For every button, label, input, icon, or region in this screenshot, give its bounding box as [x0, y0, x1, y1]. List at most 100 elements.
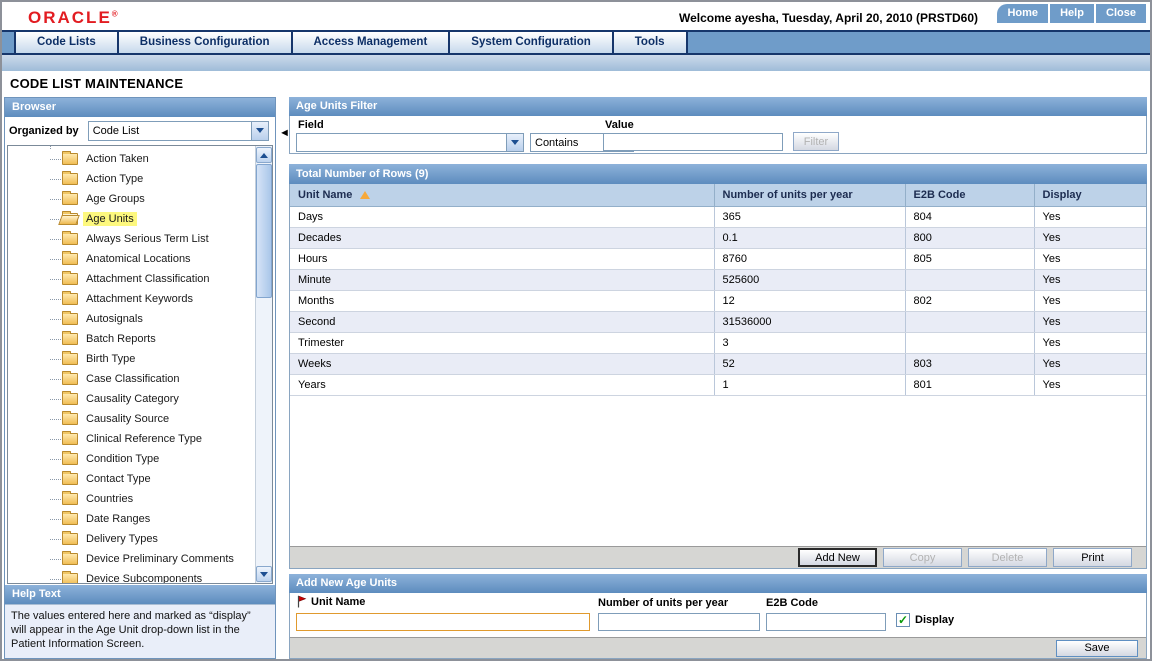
column-header[interactable]: E2B Code	[905, 184, 1035, 207]
tree-item[interactable]: Device Subcomponents	[8, 569, 272, 583]
tree-item[interactable]: Action Taken	[8, 149, 272, 169]
tree-item[interactable]: Anatomical Locations	[8, 249, 272, 269]
chevron-down-icon[interactable]	[506, 134, 523, 151]
folder-icon	[62, 571, 78, 583]
table-cell: 8760	[714, 248, 906, 270]
tree-item-label[interactable]: Autosignals	[83, 312, 146, 326]
tree-item[interactable]: Action Type	[8, 169, 272, 189]
tree-item[interactable]: Causality Category	[8, 389, 272, 409]
tree-item-label[interactable]: Case Classification	[83, 372, 183, 386]
delete-button[interactable]: Delete	[968, 548, 1047, 567]
table-row[interactable]: Years 1 801 Yes	[290, 374, 1146, 396]
tree-item-label[interactable]: Causality Category	[83, 392, 182, 406]
unit-name-label: Unit Name	[311, 595, 366, 608]
tree-item-label[interactable]: Birth Type	[83, 352, 138, 366]
tree-item[interactable]: Birth Type	[8, 349, 272, 369]
table-row[interactable]: Trimester 3 Yes	[290, 332, 1146, 354]
table-row[interactable]: Days 365 804 Yes	[290, 206, 1146, 228]
value-input[interactable]	[603, 133, 783, 151]
table-row[interactable]: Weeks 52 803 Yes	[290, 353, 1146, 375]
table-row[interactable]: Hours 8760 805 Yes	[290, 248, 1146, 270]
table-row[interactable]: Decades 0.1 800 Yes	[290, 227, 1146, 249]
tree-item[interactable]: Always Serious Term List	[8, 229, 272, 249]
tree-item[interactable]: Age Units	[8, 209, 272, 229]
top-button-help[interactable]: Help	[1050, 4, 1095, 23]
display-checkbox[interactable]: ✓	[896, 613, 910, 627]
unit-name-input[interactable]	[296, 613, 590, 631]
nav-tab-business-configuration[interactable]: Business Configuration	[116, 32, 291, 53]
organized-by-select[interactable]: Code List	[87, 120, 269, 141]
table-cell: Decades	[290, 227, 715, 249]
save-button[interactable]: Save	[1056, 639, 1138, 657]
tree-item-label[interactable]: Batch Reports	[83, 332, 159, 346]
chevron-down-icon[interactable]	[250, 121, 268, 140]
table-row[interactable]: Second 31536000 Yes	[290, 311, 1146, 333]
tree-item-label[interactable]: Clinical Reference Type	[83, 432, 205, 446]
filter-button[interactable]: Filter	[793, 132, 839, 151]
table-header-row: Unit Name Number of units per year E2B Cod…	[290, 184, 1146, 207]
scroll-down-icon[interactable]	[256, 566, 272, 582]
filter-body: Field Contains Value Filter	[289, 116, 1147, 154]
tree-item-label[interactable]: Attachment Keywords	[83, 292, 196, 306]
nav-tab-system-configuration[interactable]: System Configuration	[448, 32, 612, 53]
tree-item[interactable]: Condition Type	[8, 449, 272, 469]
tree-item-label[interactable]: Condition Type	[83, 452, 162, 466]
folder-icon	[62, 391, 78, 405]
tree-item-label[interactable]: Countries	[83, 492, 136, 506]
copy-button[interactable]: Copy	[883, 548, 962, 567]
tree-scrollbar[interactable]	[255, 146, 272, 583]
tree-connector	[50, 298, 61, 300]
scrollbar-thumb[interactable]	[256, 164, 272, 298]
tree-connector	[50, 238, 61, 240]
add-new-button[interactable]: Add New	[798, 548, 877, 567]
folder-icon	[62, 331, 78, 345]
field-select[interactable]	[296, 133, 524, 152]
tree-item-label[interactable]: Delivery Types	[83, 532, 161, 546]
tree-item-label[interactable]: Action Taken	[83, 152, 152, 166]
units-per-year-input[interactable]	[598, 613, 760, 631]
add-new-panel: Add New Age Units Unit Name Number of un…	[289, 574, 1147, 659]
page-title: CODE LIST MAINTENANCE	[10, 76, 184, 91]
tree-item-label[interactable]: Attachment Classification	[83, 272, 213, 286]
tree-item[interactable]: Date Ranges	[8, 509, 272, 529]
print-button[interactable]: Print	[1053, 548, 1132, 567]
nav-tab-code-lists[interactable]: Code Lists	[14, 32, 117, 53]
tree-item[interactable]: Age Groups	[8, 189, 272, 209]
tree-item[interactable]: Attachment Classification	[8, 269, 272, 289]
tree-item[interactable]: Countries	[8, 489, 272, 509]
nav-tab-access-management[interactable]: Access Management	[290, 32, 449, 53]
table-row[interactable]: Months 12 802 Yes	[290, 290, 1146, 312]
column-header[interactable]: Number of units per year	[714, 184, 906, 207]
tree-item[interactable]: Attachment Keywords	[8, 289, 272, 309]
tree-item[interactable]: Clinical Reference Type	[8, 429, 272, 449]
e2b-code-input[interactable]	[766, 613, 886, 631]
scroll-up-icon[interactable]	[256, 147, 272, 163]
top-button-home[interactable]: Home	[997, 4, 1049, 23]
tree-item[interactable]: Autosignals	[8, 309, 272, 329]
tree-item-label[interactable]: Action Type	[83, 172, 146, 186]
tree-item[interactable]: Device Preliminary Comments	[8, 549, 272, 569]
column-header[interactable]: Unit Name	[290, 184, 715, 207]
results-panel-header: Total Number of Rows (9)	[289, 164, 1147, 184]
tree-item[interactable]: Delivery Types	[8, 529, 272, 549]
top-button-close[interactable]: Close	[1096, 4, 1146, 23]
nav-tab-tools[interactable]: Tools	[611, 32, 688, 53]
tree-item[interactable]: Causality Source	[8, 409, 272, 429]
tree-item[interactable]: Case Classification	[8, 369, 272, 389]
tree-item[interactable]: Contact Type	[8, 469, 272, 489]
tree-item-label[interactable]: Anatomical Locations	[83, 252, 194, 266]
tree-item-label[interactable]: Contact Type	[83, 472, 154, 486]
tree-item-label[interactable]: Causality Source	[83, 412, 172, 426]
tree-item-label[interactable]: Always Serious Term List	[83, 232, 212, 246]
tree-item-label[interactable]: Age Units	[83, 212, 137, 226]
tree-item-label[interactable]: Age Groups	[83, 192, 148, 206]
column-header[interactable]: Display	[1034, 184, 1146, 207]
table-row[interactable]: Minute 525600 Yes	[290, 269, 1146, 291]
tree-item[interactable]: Batch Reports	[8, 329, 272, 349]
tree-item-label[interactable]: Date Ranges	[83, 512, 153, 526]
welcome-text: Welcome ayesha, Tuesday, April 20, 2010 …	[678, 11, 978, 25]
tree-item-label[interactable]: Device Subcomponents	[83, 572, 205, 583]
table-cell: Months	[290, 290, 715, 312]
tree-item-label[interactable]: Device Preliminary Comments	[83, 552, 237, 566]
add-new-panel-header: Add New Age Units	[289, 574, 1147, 593]
